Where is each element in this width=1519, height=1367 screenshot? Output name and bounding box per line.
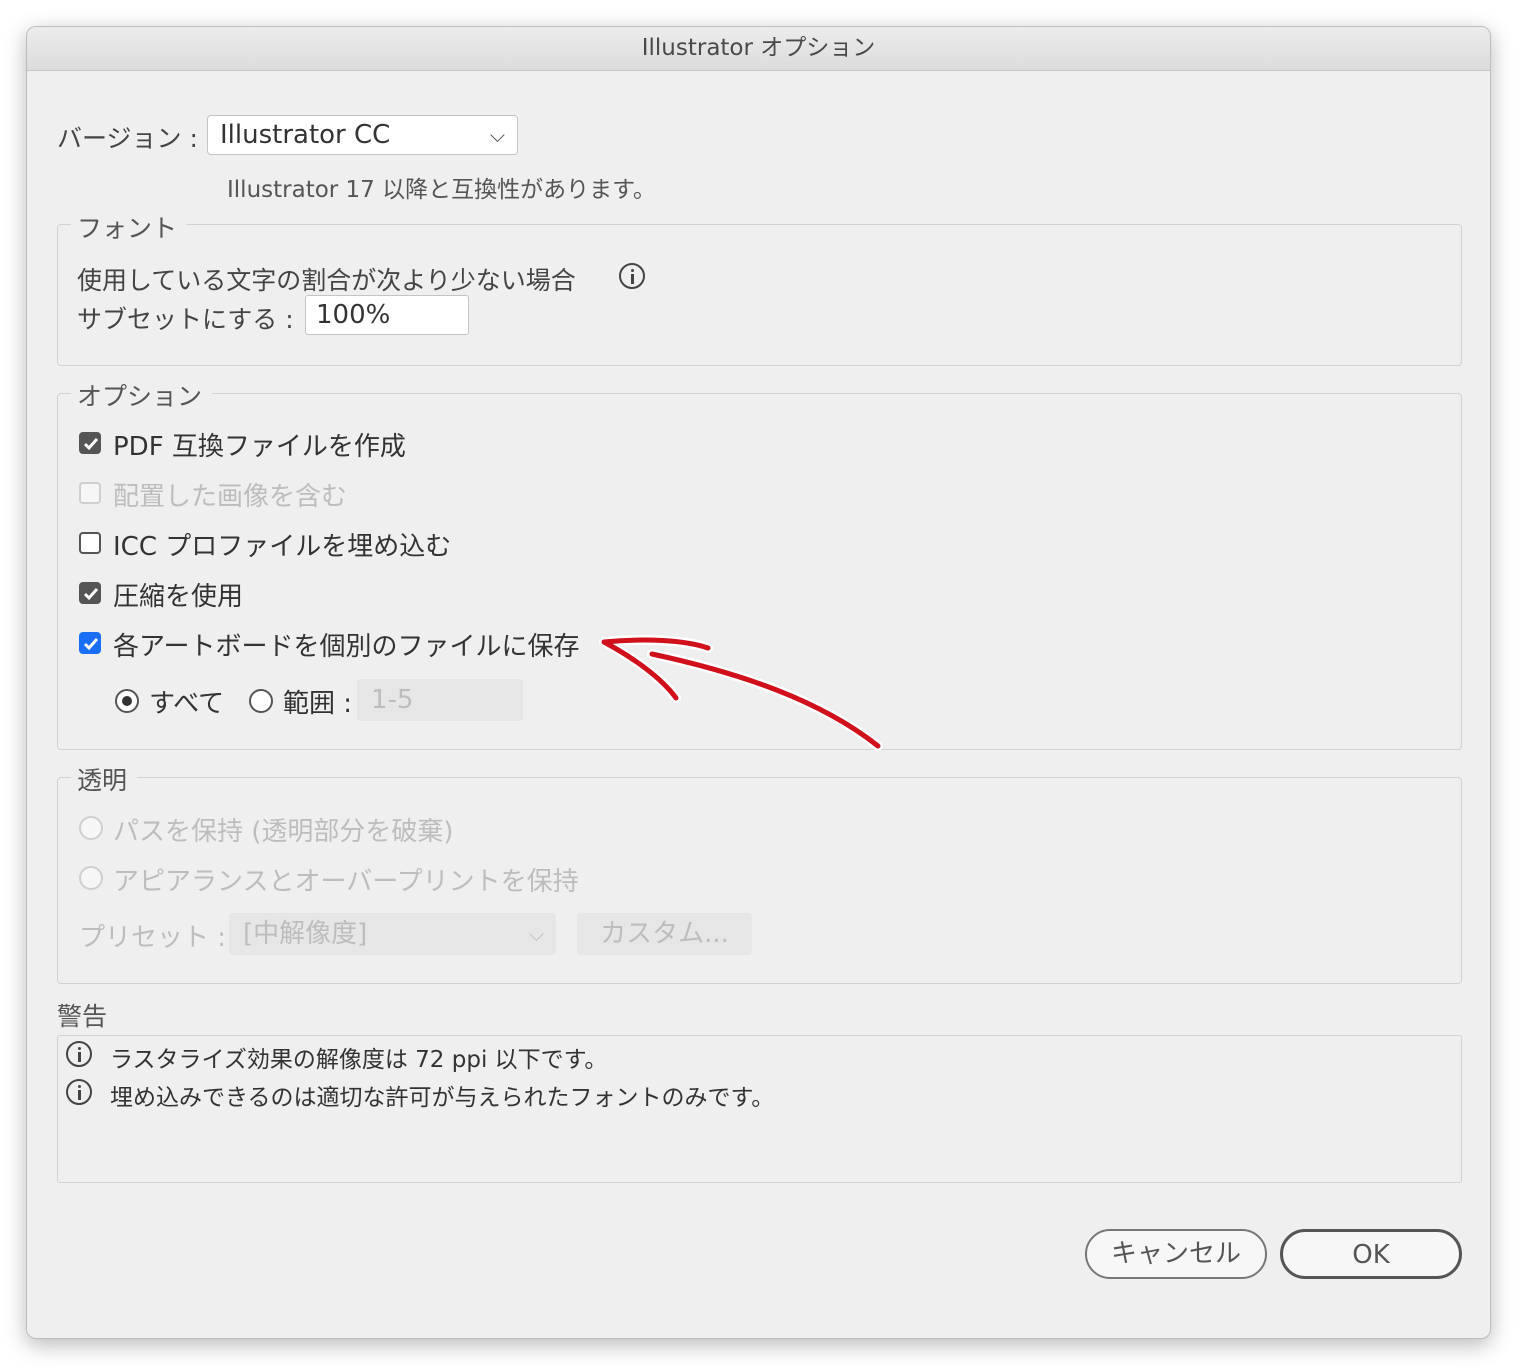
dialog-title: Illustrator オプション <box>27 27 1490 71</box>
label-use-compression: 圧縮を使用 <box>113 582 244 612</box>
version-compat-note: Illustrator 17 以降と互換性があります。 <box>227 177 656 203</box>
label-preserve-paths: パスを保持 (透明部分を破棄) <box>113 817 454 847</box>
radio-preserve-paths[interactable] <box>79 816 103 840</box>
cancel-button[interactable]: キャンセル <box>1085 1229 1267 1279</box>
subset-percent-field[interactable]: 100% <box>305 295 469 335</box>
ok-button[interactable]: OK <box>1280 1229 1462 1279</box>
checkbox-include-linked-images[interactable] <box>79 482 101 504</box>
chevron-down-icon: ⌵ <box>528 922 544 946</box>
warnings-box: ラスタライズ効果の解像度は 72 ppi 以下です。 埋め込みできるのは適切な許… <box>57 1035 1462 1183</box>
info-icon[interactable] <box>619 263 645 289</box>
radio-artboards-all[interactable] <box>115 689 139 713</box>
subset-label: サブセットにする : <box>77 305 294 334</box>
version-select[interactable]: Illustrator CC ⌵ <box>207 115 518 155</box>
label-artboards-all: すべて <box>149 689 225 719</box>
label-preserve-appearance: アピアランスとオーバープリントを保持 <box>113 867 579 897</box>
chevron-down-icon: ⌵ <box>489 123 505 147</box>
checkmark-icon <box>83 638 99 651</box>
radio-preserve-appearance[interactable] <box>79 866 103 890</box>
label-save-artboards-separately: 各アートボードを個別のファイルに保存 <box>113 632 580 662</box>
label-pdf-compatible: PDF 互換ファイルを作成 <box>113 432 406 462</box>
info-icon <box>66 1041 92 1067</box>
version-select-value: Illustrator CC <box>220 120 391 150</box>
checkbox-save-artboards-separately[interactable] <box>79 632 101 654</box>
label-embed-icc: ICC プロファイルを埋め込む <box>113 532 452 562</box>
warnings-label: 警告 <box>57 997 118 1033</box>
checkbox-embed-icc[interactable] <box>79 532 101 554</box>
label-artboards-range: 範囲 : <box>283 689 353 719</box>
radio-artboards-range[interactable] <box>249 689 273 713</box>
artboard-range-field[interactable]: 1-5 <box>357 679 523 721</box>
preset-select[interactable]: [中解像度] ⌵ <box>229 913 556 955</box>
warning-item: ラスタライズ効果の解像度は 72 ppi 以下です。 <box>110 1047 608 1073</box>
checkbox-pdf-compatible[interactable] <box>79 432 101 454</box>
info-icon <box>66 1079 92 1105</box>
checkmark-icon <box>83 588 99 601</box>
subset-description: 使用している文字の割合が次より少ない場合 <box>77 266 576 295</box>
label-include-linked-images: 配置した画像を含む <box>113 482 348 512</box>
transparency-legend: 透明 <box>71 761 138 797</box>
fonts-legend: フォント <box>71 209 188 245</box>
custom-button[interactable]: カスタム... <box>577 913 752 955</box>
version-label: バージョン : <box>57 124 198 153</box>
preset-label: プリセット : <box>79 923 227 953</box>
checkbox-use-compression[interactable] <box>79 582 101 604</box>
checkmark-icon <box>83 438 99 451</box>
options-legend: オプション <box>71 377 213 413</box>
annotation-arrow-icon <box>599 635 883 751</box>
warning-item: 埋め込みできるのは適切な許可が与えられたフォントのみです。 <box>110 1085 775 1111</box>
preset-select-value: [中解像度] <box>243 919 368 949</box>
